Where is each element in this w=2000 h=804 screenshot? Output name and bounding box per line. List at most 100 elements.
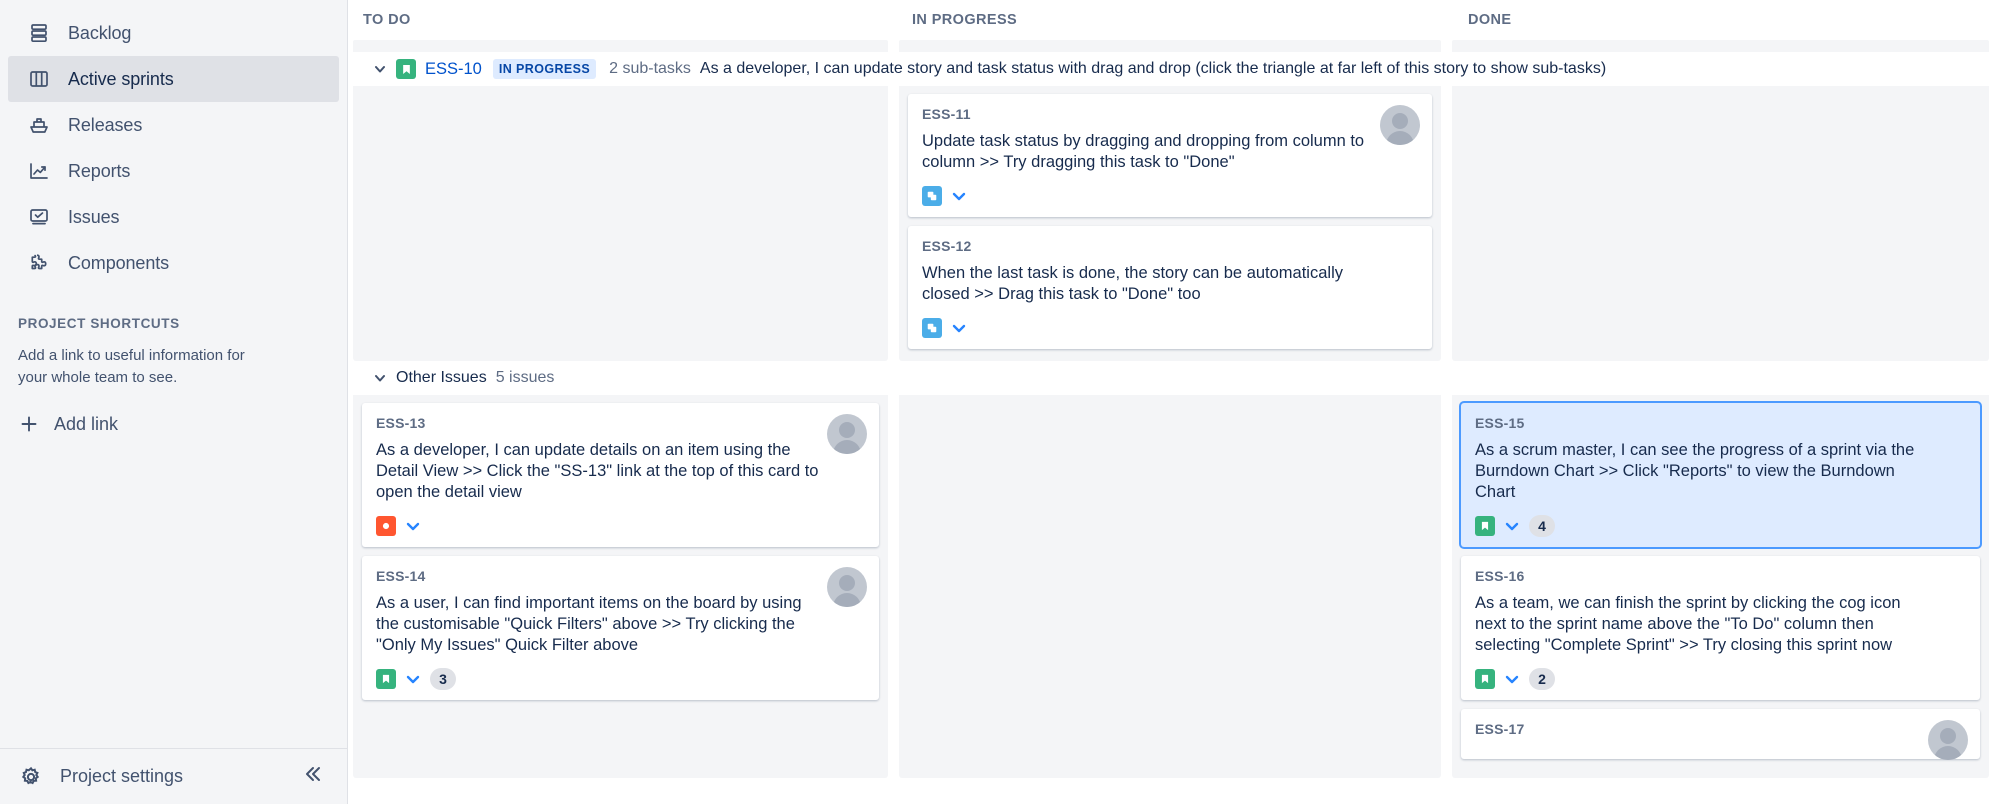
swimlane-other-issues: Other Issues 5 issues ESS-13 As a develo… bbox=[348, 361, 2000, 778]
swimlane-issue-count: 5 issues bbox=[496, 369, 555, 387]
column-header-inprogress: IN PROGRESS bbox=[902, 12, 1458, 28]
swimlane-subtask-count: 2 sub-tasks bbox=[609, 60, 691, 78]
card-issue-key[interactable]: ESS-13 bbox=[376, 415, 865, 431]
sidebar-item-releases[interactable]: Releases bbox=[8, 102, 339, 148]
double-chevron-left-icon[interactable] bbox=[299, 761, 329, 793]
card-ess-11[interactable]: ESS-11 Update task status by dragging an… bbox=[908, 94, 1432, 217]
sidebar-item-label: Components bbox=[68, 253, 169, 274]
swimlane-ess-10: ESS-10 IN PROGRESS 2 sub-tasks As a deve… bbox=[348, 52, 2000, 361]
swimlane-issue-key[interactable]: ESS-10 bbox=[425, 60, 482, 79]
sidebar-item-label: Releases bbox=[68, 115, 142, 136]
sidebar-item-backlog[interactable]: Backlog bbox=[8, 10, 339, 56]
estimate-badge: 4 bbox=[1529, 515, 1555, 537]
lane-column-inprogress[interactable]: ESS-11 Update task status by dragging an… bbox=[899, 86, 1441, 361]
story-icon bbox=[376, 669, 396, 689]
gear-icon bbox=[18, 764, 44, 790]
avatar-head bbox=[839, 422, 855, 438]
story-icon bbox=[1475, 516, 1495, 536]
project-shortcuts-description: Add a link to useful information for you… bbox=[18, 345, 248, 389]
sidebar-item-components[interactable]: Components bbox=[8, 240, 339, 286]
lane-column-inprogress[interactable] bbox=[899, 395, 1441, 778]
sidebar: Backlog Active sprints Releases bbox=[0, 0, 348, 804]
swimlane-header[interactable]: ESS-10 IN PROGRESS 2 sub-tasks As a deve… bbox=[348, 52, 2000, 86]
ship-icon bbox=[26, 112, 52, 138]
sidebar-item-label: Active sprints bbox=[68, 69, 174, 90]
swimlane-header[interactable]: Other Issues 5 issues bbox=[348, 361, 2000, 395]
card-summary: As a scrum master, I can see the progres… bbox=[1475, 440, 1966, 503]
chevron-down-icon[interactable] bbox=[370, 59, 390, 79]
subtask-icon bbox=[922, 186, 942, 206]
card-ess-12[interactable]: ESS-12 When the last task is done, the s… bbox=[908, 226, 1432, 349]
sidebar-item-label: Backlog bbox=[68, 23, 131, 44]
avatar bbox=[827, 414, 867, 454]
board-column-headers: TO DO IN PROGRESS DONE bbox=[348, 0, 2000, 40]
card-issue-key[interactable]: ESS-15 bbox=[1475, 415, 1966, 431]
lane-column-done[interactable]: ESS-15 As a scrum master, I can see the … bbox=[1452, 395, 1989, 778]
card-issue-key[interactable]: ESS-17 bbox=[1475, 721, 1966, 737]
avatar-body bbox=[1386, 131, 1414, 145]
project-shortcuts-heading: PROJECT SHORTCUTS bbox=[18, 316, 347, 331]
backlog-icon bbox=[26, 20, 52, 46]
plus-icon bbox=[16, 411, 42, 437]
column-header-todo: TO DO bbox=[353, 12, 902, 28]
card-footer bbox=[922, 317, 1418, 339]
card-footer: 2 bbox=[1475, 668, 1966, 690]
issues-monitor-icon bbox=[26, 204, 52, 230]
avatar-body bbox=[833, 440, 861, 454]
card-issue-key[interactable]: ESS-14 bbox=[376, 568, 865, 584]
sidebar-item-label: Reports bbox=[68, 161, 130, 182]
card-summary: As a user, I can find important items on… bbox=[376, 593, 865, 656]
sidebar-item-issues[interactable]: Issues bbox=[8, 194, 339, 240]
swimlane-body: ESS-13 As a developer, I can update deta… bbox=[348, 395, 2000, 778]
column-header-done: DONE bbox=[1458, 12, 1998, 28]
priority-medium-icon bbox=[950, 187, 968, 205]
avatar-head bbox=[839, 575, 855, 591]
add-link-button[interactable]: Add link bbox=[16, 411, 347, 437]
strip-cell-inprogress bbox=[899, 40, 1441, 52]
card-ess-16[interactable]: ESS-16 As a team, we can finish the spri… bbox=[1461, 556, 1980, 700]
swimlane-body: ESS-11 Update task status by dragging an… bbox=[348, 86, 2000, 361]
sidebar-item-label: Issues bbox=[68, 207, 119, 228]
card-ess-17[interactable]: ESS-17 bbox=[1461, 709, 1980, 759]
project-settings-label[interactable]: Project settings bbox=[60, 766, 299, 787]
card-ess-14[interactable]: ESS-14 As a user, I can find important i… bbox=[362, 556, 879, 700]
card-summary: As a team, we can finish the sprint by c… bbox=[1475, 593, 1966, 656]
add-link-label: Add link bbox=[54, 414, 118, 435]
chart-trend-icon bbox=[26, 158, 52, 184]
card-summary: When the last task is done, the story ca… bbox=[922, 263, 1418, 305]
sidebar-item-reports[interactable]: Reports bbox=[8, 148, 339, 194]
priority-medium-icon bbox=[404, 517, 422, 535]
chevron-down-icon[interactable] bbox=[370, 368, 390, 388]
avatar bbox=[1928, 720, 1968, 760]
jira-board-app: Backlog Active sprints Releases bbox=[0, 0, 2000, 804]
card-footer: 3 bbox=[376, 668, 865, 690]
swimlane-title: Other Issues bbox=[396, 369, 487, 387]
priority-medium-icon bbox=[404, 670, 422, 688]
estimate-badge: 2 bbox=[1529, 668, 1555, 690]
card-ess-13[interactable]: ESS-13 As a developer, I can update deta… bbox=[362, 403, 879, 547]
sidebar-item-active-sprints[interactable]: Active sprints bbox=[8, 56, 339, 102]
lane-column-todo[interactable]: ESS-13 As a developer, I can update deta… bbox=[353, 395, 888, 778]
avatar-head bbox=[1392, 113, 1408, 129]
avatar-head bbox=[1940, 728, 1956, 744]
lane-column-done[interactable] bbox=[1452, 86, 1989, 361]
swimlane-title: As a developer, I can update story and t… bbox=[700, 60, 1606, 78]
card-issue-key[interactable]: ESS-12 bbox=[922, 238, 1418, 254]
card-footer: 4 bbox=[1475, 515, 1966, 537]
card-footer bbox=[376, 515, 865, 537]
card-issue-key[interactable]: ESS-16 bbox=[1475, 568, 1966, 584]
avatar-body bbox=[1934, 746, 1962, 760]
subtask-icon bbox=[922, 318, 942, 338]
bug-icon bbox=[376, 516, 396, 536]
board-columns-icon bbox=[26, 66, 52, 92]
card-footer bbox=[922, 185, 1418, 207]
lane-column-todo[interactable] bbox=[353, 86, 888, 361]
card-issue-key[interactable]: ESS-11 bbox=[922, 106, 1418, 122]
card-summary: As a developer, I can update details on … bbox=[376, 440, 865, 503]
estimate-badge: 3 bbox=[430, 668, 456, 690]
strip-cell-todo bbox=[353, 40, 888, 52]
story-icon bbox=[396, 59, 416, 79]
card-ess-15[interactable]: ESS-15 As a scrum master, I can see the … bbox=[1461, 403, 1980, 547]
puzzle-piece-icon bbox=[26, 250, 52, 276]
avatar bbox=[1380, 105, 1420, 145]
